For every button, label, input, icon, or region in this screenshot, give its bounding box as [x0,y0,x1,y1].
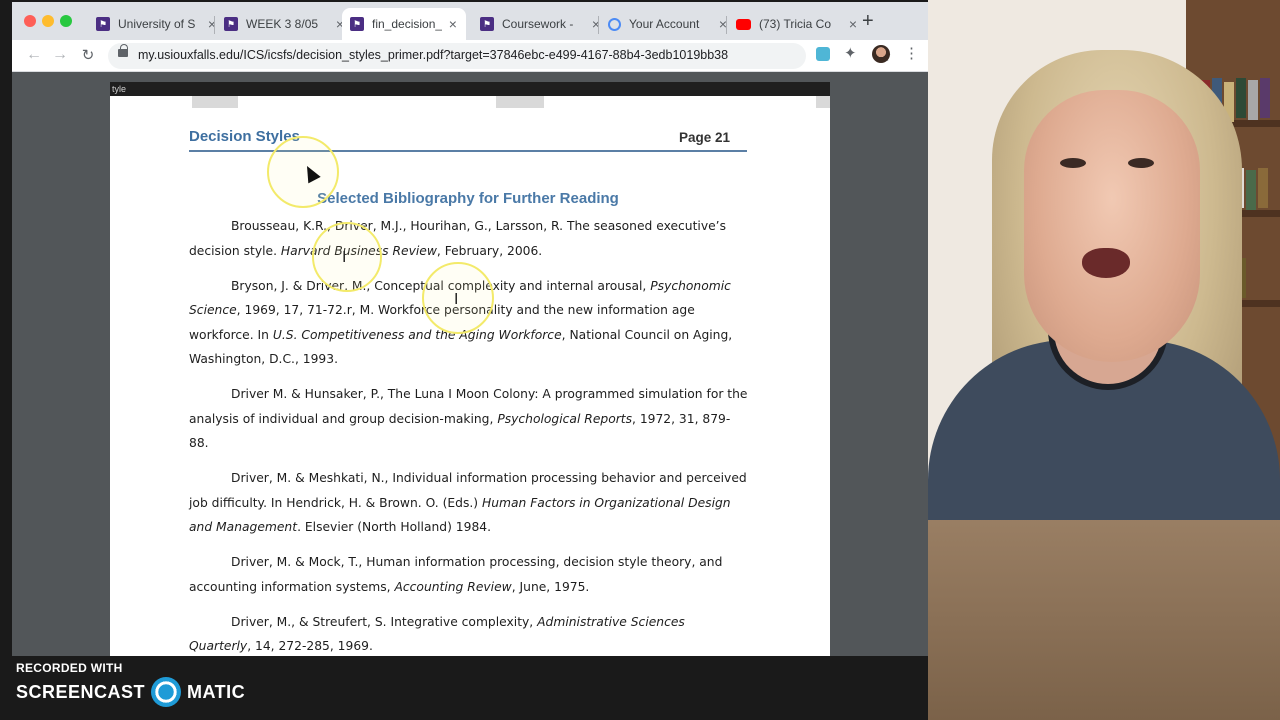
watermark-recorded-with: RECORDED WITH [16,661,123,675]
text-cursor-icon: I [342,248,347,266]
browser-toolbar: ← → ↻ my.usiouxfalls.edu/ICS/icsfs/decis… [12,40,928,72]
bibliography-entry: Driver, M., & Streufert, S. Integrative … [189,614,685,654]
minimize-window-button[interactable] [42,15,54,27]
close-window-button[interactable] [24,15,36,27]
bibliography-entry: Driver, M. & Mock, T., Human information… [189,555,723,594]
previous-page-fragment [816,96,830,108]
tab-label: fin_decision_s [372,17,442,31]
tab-youtube[interactable]: (73) Tricia Co × [728,8,867,40]
university-favicon-icon: ⚑ [96,17,110,31]
presenter-mouth [1082,248,1130,278]
close-icon[interactable]: × [448,16,458,32]
pdf-page[interactable]: tyle Decision Styles Page 21 Selected Bi… [110,82,830,656]
previous-page-fragment [192,96,238,108]
extension-screencast-icon[interactable] [816,47,830,61]
bibliography-entry: Brousseau, K.R., Driver, M.J., Hourihan,… [189,219,726,258]
extensions-puzzle-icon[interactable]: ✦ [844,44,857,62]
screencast-logo-icon [151,677,182,707]
reload-icon[interactable]: ↻ [78,46,98,64]
university-favicon-icon: ⚑ [480,17,494,31]
url-text: my.usiouxfalls.edu/ICS/icsfs/decision_st… [138,48,729,62]
university-favicon-icon: ⚑ [224,17,238,31]
tab-label: (73) Tricia Co [759,17,832,31]
tab-coursework[interactable]: ⚑ Coursework - × [472,8,610,40]
youtube-favicon-icon [736,18,751,30]
maximize-window-button[interactable] [60,15,72,27]
tab-label: University of S [118,17,196,31]
tab-university[interactable]: ⚑ University of S × [88,8,226,40]
tab-label: Your Account [629,17,700,31]
previous-page-fragment [496,96,544,108]
bibliography-entry: Driver M. & Hunsaker, P., The Luna I Moo… [189,387,748,450]
screencast-o-matic-logo: SCREENCAST MATIC [16,677,245,707]
presenter-face [1024,90,1200,362]
click-highlight-ring [312,222,382,292]
previous-page-text: tyle [112,84,127,94]
bibliography-entry: Driver, M. & Meshkati, N., Individual in… [189,471,747,534]
close-icon[interactable]: × [847,16,859,32]
page-number: Page 21 [678,130,730,145]
address-bar[interactable]: my.usiouxfalls.edu/ICS/icsfs/decision_st… [108,43,891,69]
tab-week3[interactable]: ⚑ WEEK 3 8/05 × [216,8,354,40]
section-title: Selected Bibliography for Further Readin… [317,190,619,207]
lock-icon [118,44,128,57]
tab-label: Coursework - [502,17,574,31]
profile-avatar[interactable] [872,45,890,63]
account-favicon-icon [608,17,621,31]
tab-fin-decision[interactable]: ⚑ fin_decision_s × [342,8,466,40]
tab-label: WEEK 3 8/05 [246,17,319,31]
university-favicon-icon: ⚑ [350,17,364,31]
tab-your-account[interactable]: Your Account × [600,8,737,40]
page-header: Decision Styles Page 21 [189,126,747,152]
screen: ⚑ University of S × ⚑ WEEK 3 8/05 × ⚑ fi… [0,0,1280,720]
previous-page-edge: tyle [110,82,830,96]
text-cursor-icon: I [454,290,459,308]
back-arrow-icon[interactable]: ← [24,46,44,64]
desk [928,516,1280,720]
tab-bar: ⚑ University of S × ⚑ WEEK 3 8/05 × ⚑ fi… [12,2,928,40]
new-tab-button[interactable]: + [862,11,874,31]
webcam-overlay [928,0,1280,720]
forward-arrow-icon[interactable]: → [50,46,70,64]
more-menu-icon[interactable]: ⋮ [904,44,919,62]
